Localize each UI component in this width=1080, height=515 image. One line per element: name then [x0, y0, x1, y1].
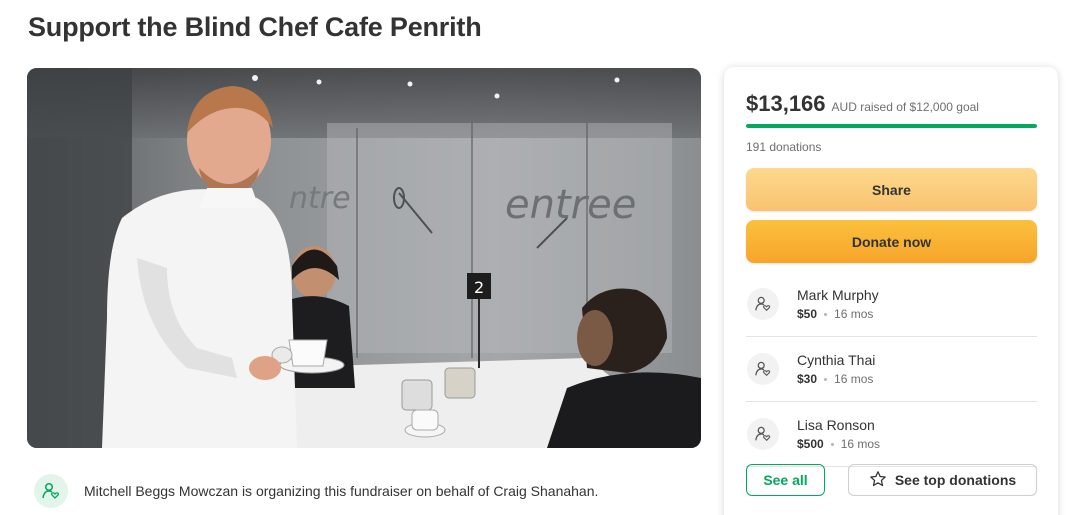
table-number: 2	[474, 278, 484, 297]
amount-raised: $13,166	[746, 91, 826, 116]
donor-name: Cynthia Thai	[797, 352, 876, 368]
see-all-button[interactable]: See all	[746, 464, 825, 496]
page-title: Support the Blind Chef Cafe Penrith	[28, 12, 482, 42]
progress-fill	[746, 124, 1037, 128]
star-icon	[869, 470, 887, 491]
donation-actions: See all See top donations	[746, 464, 1037, 496]
donation-item: Lisa Ronson $500 16 mos	[746, 402, 1037, 467]
campaign-photo-scene: entree ntre 2	[27, 68, 701, 448]
share-button[interactable]: Share	[746, 168, 1037, 211]
separator-dot	[824, 312, 828, 316]
donation-card: $13,166 AUD raised of $12,000 goal 191 d…	[724, 67, 1058, 515]
campaign-photo[interactable]: entree ntre 2	[27, 68, 701, 448]
goal-text: AUD raised of $12,000 goal	[831, 100, 979, 114]
recent-donations-list: Mark Murphy $50 16 mos Cynthia Thai $30 16…	[746, 272, 1037, 467]
heart-person-icon	[34, 474, 68, 508]
raised-summary: $13,166 AUD raised of $12,000 goal	[746, 91, 979, 117]
organizer-row: Mitchell Beggs Mowczan is organizing thi…	[34, 474, 598, 508]
heart-person-icon	[747, 288, 779, 320]
progress-bar	[746, 124, 1037, 128]
organizer-text: Mitchell Beggs Mowczan is organizing thi…	[84, 483, 599, 499]
see-top-donations-button[interactable]: See top donations	[848, 464, 1037, 496]
donation-amount: $30	[797, 372, 818, 386]
donation-time: 16 mos	[834, 372, 874, 386]
donor-name: Lisa Ronson	[797, 417, 875, 433]
donation-amount: $500	[797, 437, 824, 451]
heart-person-icon	[747, 353, 779, 385]
donate-now-button[interactable]: Donate now	[746, 220, 1037, 263]
donor-name: Mark Murphy	[797, 287, 879, 303]
donations-count: 191 donations	[746, 140, 822, 154]
heart-person-icon	[747, 418, 779, 450]
window-lettering: entree	[505, 182, 636, 228]
donation-item: Mark Murphy $50 16 mos	[746, 272, 1037, 337]
separator-dot	[824, 377, 828, 381]
see-top-donations-label: See top donations	[894, 472, 1017, 488]
donation-item: Cynthia Thai $30 16 mos	[746, 337, 1037, 402]
svg-text:ntre: ntre	[289, 181, 351, 216]
separator-dot	[830, 442, 834, 446]
donation-time: 16 mos	[840, 437, 881, 451]
donation-time: 16 mos	[834, 307, 874, 321]
donation-amount: $50	[797, 307, 818, 321]
